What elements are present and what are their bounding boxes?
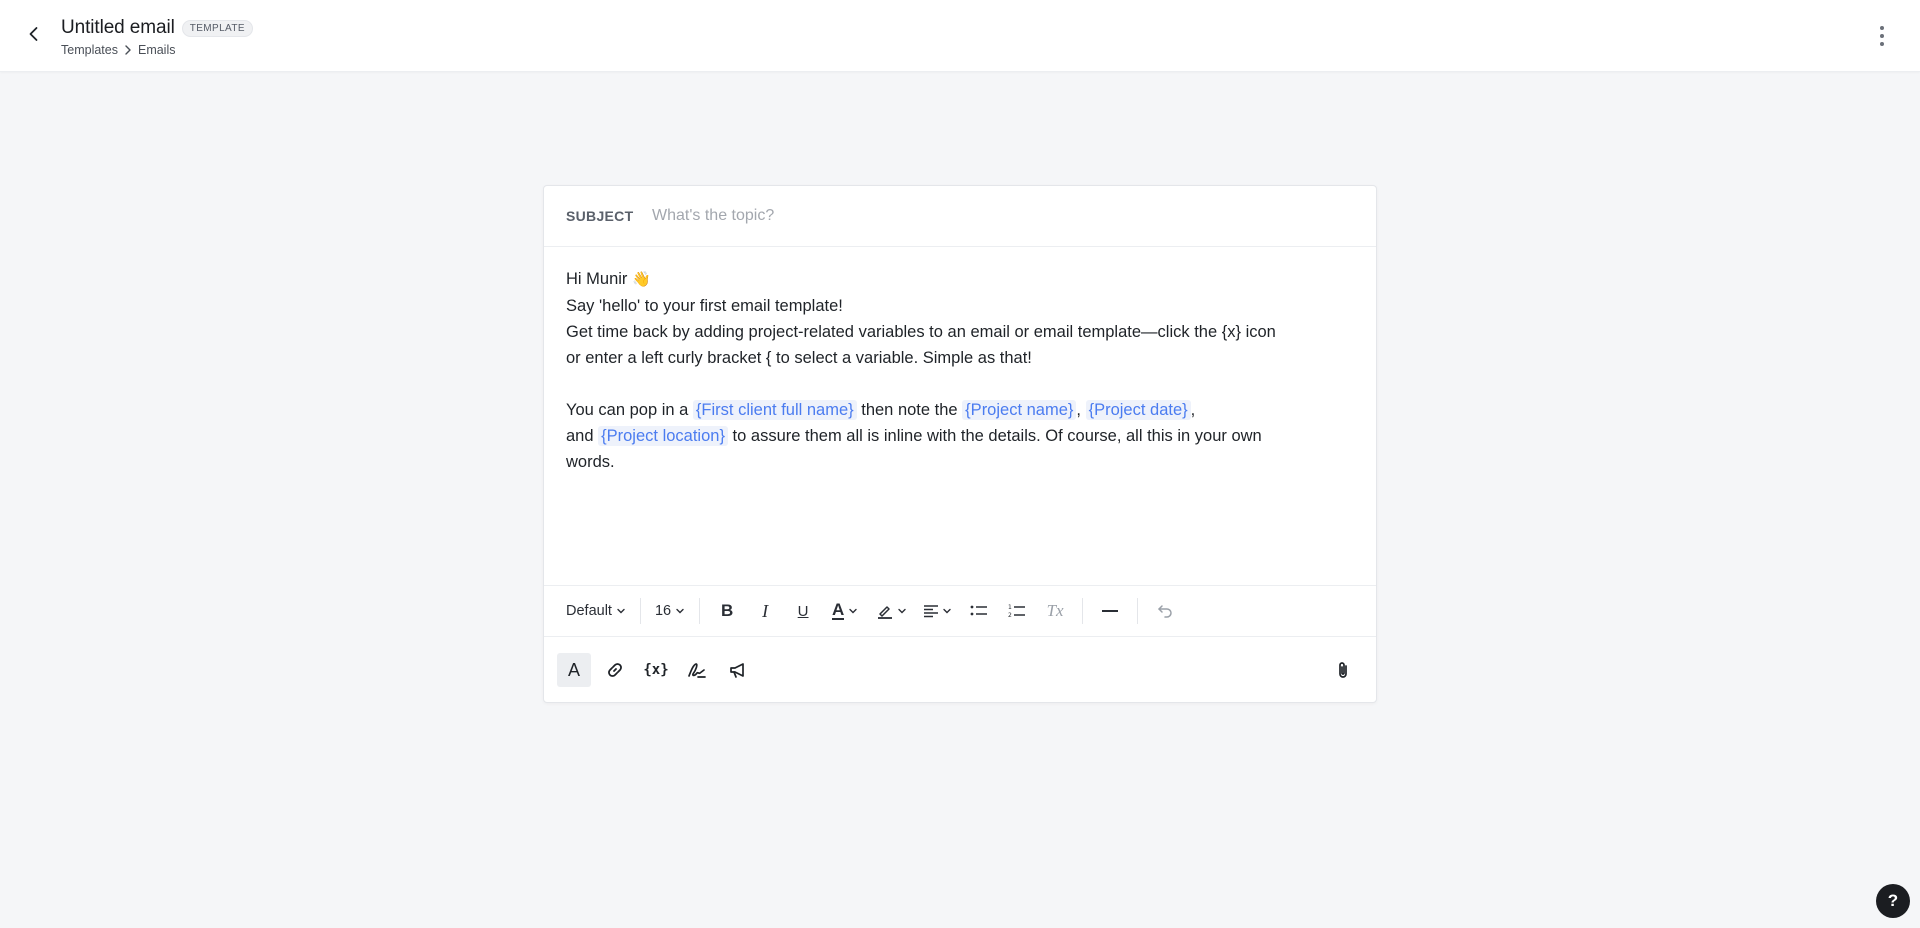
svg-text:2: 2 — [1008, 612, 1012, 619]
clear-format-icon: Tx — [1046, 601, 1064, 620]
breadcrumb: Templates Emails — [61, 43, 253, 57]
underline-button[interactable]: U — [787, 596, 819, 626]
body-paragraph: and {Project location} to assure them al… — [566, 423, 1354, 449]
breadcrumb-templates[interactable]: Templates — [61, 43, 118, 57]
link-button[interactable] — [598, 653, 632, 687]
body-text: then note the — [856, 401, 963, 419]
subject-input[interactable] — [652, 207, 1332, 225]
highlighter-icon — [877, 606, 892, 619]
title-block: Untitled email TEMPLATE Templates Emails — [61, 17, 253, 57]
variable-chip[interactable]: {Project name} — [962, 400, 1077, 420]
bold-button[interactable]: B — [711, 596, 743, 626]
body-line: Get time back by adding project-related … — [566, 323, 1276, 341]
text-color-icon: A — [831, 600, 845, 620]
template-badge: TEMPLATE — [181, 19, 253, 37]
paperclip-icon[interactable] — [1326, 653, 1360, 687]
numbered-list-icon: 12 — [1008, 604, 1026, 619]
chevron-down-icon — [676, 608, 684, 614]
clear-formatting-button[interactable]: Tx — [1039, 596, 1071, 626]
chevron-down-icon — [942, 608, 951, 614]
variable-chip[interactable]: {Project location} — [598, 426, 728, 446]
announcement-button[interactable] — [721, 653, 755, 687]
variable-chip[interactable]: {Project date} — [1085, 400, 1191, 420]
svg-text:1: 1 — [1008, 604, 1012, 611]
font-size-select[interactable]: 16 — [649, 596, 691, 626]
variable-chip[interactable]: {First client full name} — [692, 400, 857, 420]
align-button[interactable] — [917, 596, 957, 626]
signature-button[interactable] — [680, 653, 714, 687]
body-line-greeting: Hi Munir 👋 — [566, 266, 1354, 293]
greeting-text: Hi Munir — [566, 270, 628, 288]
align-left-icon — [923, 605, 938, 618]
font-family-value: Default — [566, 603, 612, 619]
link-icon — [608, 663, 622, 677]
text-color-button[interactable]: A — [825, 596, 865, 626]
body-paragraph: You can pop in a {First client full name… — [566, 397, 1354, 423]
signature-icon — [688, 663, 706, 678]
body-text: and — [566, 427, 599, 445]
text-format-button[interactable]: A — [557, 653, 591, 687]
formatting-toolbar: Default 16 B I U A 12 Tx — [544, 585, 1376, 637]
horizontal-rule-icon — [1102, 610, 1119, 612]
chevron-down-icon — [849, 608, 857, 614]
font-size-value: 16 — [654, 603, 672, 619]
chevron-right-icon — [122, 44, 134, 56]
top-bar: Untitled email TEMPLATE Templates Emails — [0, 0, 1920, 72]
breadcrumb-emails[interactable]: Emails — [138, 43, 176, 57]
highlight-button[interactable] — [871, 596, 911, 626]
email-editor: SUBJECT Hi Munir 👋 Say 'hello' to your f… — [543, 185, 1377, 703]
body-text: to assure them all is inline with the de… — [727, 427, 1262, 445]
body-line: Say 'hello' to your first email template… — [566, 297, 843, 315]
subject-row: SUBJECT — [544, 186, 1376, 247]
chevron-down-icon — [617, 608, 625, 614]
more-options-icon[interactable] — [1872, 22, 1892, 50]
back-arrow-icon[interactable] — [22, 22, 46, 46]
body-text: You can pop in a — [566, 401, 693, 419]
font-family-select[interactable]: Default — [560, 596, 632, 626]
help-button[interactable]: ? — [1876, 884, 1910, 918]
bullet-list-button[interactable] — [963, 596, 995, 626]
page-title[interactable]: Untitled email — [61, 17, 175, 39]
horizontal-rule-button[interactable] — [1094, 596, 1126, 626]
waving-hand-icon: 👋 — [632, 271, 651, 288]
insert-variable-button[interactable]: {x} — [639, 653, 673, 687]
italic-button[interactable]: I — [749, 596, 781, 626]
undo-icon — [1158, 605, 1172, 618]
body-line: or enter a left curly bracket { to selec… — [566, 349, 1032, 367]
body-line: words. — [566, 453, 615, 471]
bullet-list-icon — [970, 605, 988, 616]
subject-label: SUBJECT — [566, 208, 634, 224]
compose-toolbar: A {x} — [544, 637, 1376, 703]
megaphone-icon — [730, 663, 744, 678]
numbered-list-button[interactable]: 12 — [1001, 596, 1033, 626]
body-text: , — [1190, 401, 1196, 419]
body-text: , — [1076, 401, 1086, 419]
chevron-down-icon — [897, 608, 906, 614]
undo-button[interactable] — [1149, 596, 1181, 626]
email-body[interactable]: Hi Munir 👋 Say 'hello' to your first ema… — [544, 247, 1376, 585]
